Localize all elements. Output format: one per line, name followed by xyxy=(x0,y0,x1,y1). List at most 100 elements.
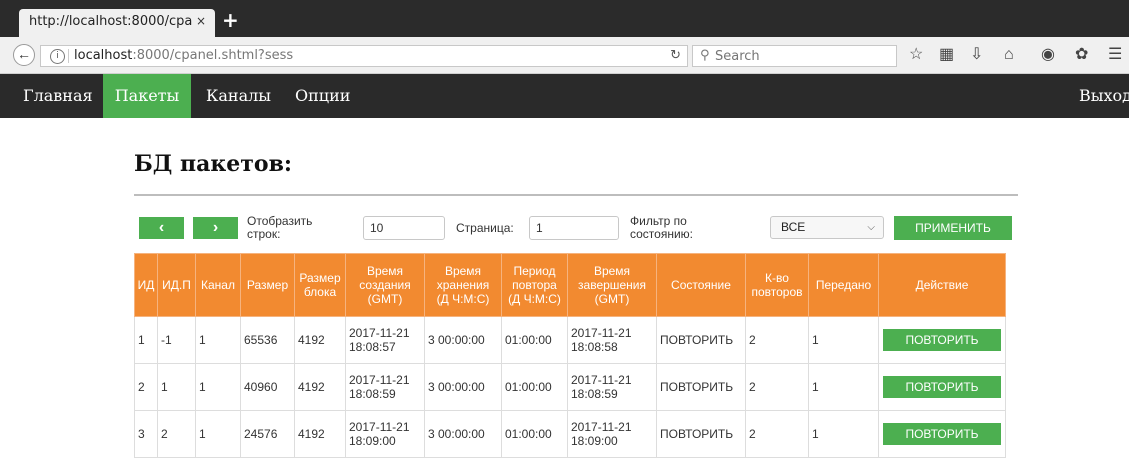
logout-link[interactable]: Выход xyxy=(1066,74,1129,118)
table-header-row: ИД ИД.П Канал Размер Размер блока Время со… xyxy=(134,253,1006,317)
extension-icon[interactable]: ✿ xyxy=(1075,46,1088,64)
col-header-channel-text: Канал xyxy=(201,278,235,292)
col-header-parent-id[interactable]: ИД.П xyxy=(157,253,196,317)
browser-toolbar: ← i localhost:8000/cpanel.shtml?sess ↻ ⚲… xyxy=(0,37,1129,74)
filter-label-line-2: состоянию: xyxy=(630,227,694,241)
col-header-block-size[interactable]: Размер блока xyxy=(294,253,346,317)
page-title: БД пакетов: xyxy=(134,151,292,177)
cell-repeats: 2 xyxy=(745,410,809,458)
info-icon[interactable]: i xyxy=(50,49,65,64)
col-header-parent-id-text: ИД.П xyxy=(162,278,191,292)
cell-id: 1 xyxy=(134,316,158,364)
prev-page-button[interactable]: ‹ xyxy=(139,217,184,239)
cell-size: 40960 xyxy=(240,363,295,411)
downloads-icon[interactable]: ⇩ xyxy=(970,46,983,64)
cell-created-time: 18:08:59 xyxy=(349,387,396,401)
cell-finished-date: 2017-11-21 xyxy=(571,420,632,434)
search-box[interactable]: ⚲ xyxy=(692,45,897,67)
repeat-button[interactable]: ПОВТОРИТЬ xyxy=(883,329,1001,351)
menu-icon[interactable]: ☰ xyxy=(1108,46,1122,64)
repeat-button[interactable]: ПОВТОРИТЬ xyxy=(883,376,1001,398)
cell-storage: 3 00:00:00 xyxy=(424,316,502,364)
back-arrow-icon[interactable]: ← xyxy=(13,44,35,66)
nav-item-home[interactable]: Главная xyxy=(10,74,106,118)
cell-created: 2017-11-21 18:09:00 xyxy=(345,410,425,458)
url-text[interactable]: localhost:8000/cpanel.shtml?sess xyxy=(74,46,293,66)
nav-item-options[interactable]: Опции xyxy=(282,74,363,118)
cell-channel: 1 xyxy=(195,410,241,458)
cell-sent: 1 xyxy=(808,363,879,411)
col-header-period[interactable]: Период повтора (Д Ч:М:С) xyxy=(501,253,568,317)
new-tab-icon[interactable]: + xyxy=(222,8,239,32)
col-header-sent[interactable]: Передано xyxy=(808,253,879,317)
cell-block-size: 4192 xyxy=(294,410,346,458)
state-filter-value: ВСЕ xyxy=(781,220,806,234)
cell-size: 24576 xyxy=(240,410,295,458)
page-label: Страница: xyxy=(456,221,514,235)
col-header-channel[interactable]: Канал xyxy=(195,253,241,317)
cell-finished: 2017-11-21 18:08:58 xyxy=(567,316,657,364)
cell-finished: 2017-11-21 18:09:00 xyxy=(567,410,657,458)
cell-storage: 3 00:00:00 xyxy=(424,363,502,411)
col-header-period-line-1: Период xyxy=(513,264,556,278)
search-icon: ⚲ xyxy=(700,48,710,63)
repeat-button[interactable]: ПОВТОРИТЬ xyxy=(883,423,1001,445)
cell-sent: 1 xyxy=(808,316,879,364)
url-path: :8000/cpanel.shtml?sess xyxy=(132,48,294,63)
cell-action: ПОВТОРИТЬ xyxy=(878,363,1006,411)
cell-channel: 1 xyxy=(195,316,241,364)
col-header-state[interactable]: Состояние xyxy=(656,253,746,317)
col-header-finished-line-3: (GMT) xyxy=(594,292,630,306)
cell-sent: 1 xyxy=(808,410,879,458)
nav-item-channels[interactable]: Каналы xyxy=(193,74,284,118)
cell-created-date: 2017-11-21 xyxy=(349,373,410,387)
chevron-down-icon: ⌵ xyxy=(867,222,875,233)
state-filter-select[interactable]: ВСЕ ⌵ xyxy=(770,216,884,239)
pocket-icon[interactable]: ◉ xyxy=(1041,46,1055,64)
cell-state: ПОВТОРИТЬ xyxy=(656,363,746,411)
col-header-storage-line-3: (Д Ч:М:С) xyxy=(436,292,490,306)
cell-created-date: 2017-11-21 xyxy=(349,326,410,340)
close-tab-icon[interactable]: × xyxy=(196,14,206,28)
col-header-storage-line-2: хранения xyxy=(436,278,490,292)
cell-finished-time: 18:08:59 xyxy=(571,387,618,401)
library-icon[interactable]: ▦ xyxy=(939,46,954,64)
page-number-input[interactable] xyxy=(529,216,619,240)
col-header-repeats-line-2: повторов xyxy=(751,285,803,299)
apply-button[interactable]: ПРИМЕНИТЬ xyxy=(894,216,1012,240)
col-header-storage[interactable]: Время хранения (Д Ч:М:С) xyxy=(424,253,502,317)
col-header-size-text: Размер xyxy=(246,278,289,292)
browser-tab[interactable]: http://localhost:8000/cpa × xyxy=(19,9,215,37)
browser-tab-strip: http://localhost:8000/cpa × + xyxy=(0,0,1129,37)
cell-state: ПОВТОРИТЬ xyxy=(656,410,746,458)
cell-period: 01:00:00 xyxy=(501,410,568,458)
url-host: localhost xyxy=(74,48,133,63)
cell-parent-id: 1 xyxy=(157,363,196,411)
cell-repeats: 2 xyxy=(745,363,809,411)
filter-label: Фильтр по состоянию: xyxy=(630,215,693,241)
col-header-period-line-3: (Д Ч:М:С) xyxy=(508,292,561,306)
col-header-size[interactable]: Размер xyxy=(240,253,295,317)
rows-per-page-input[interactable] xyxy=(363,216,445,240)
next-page-button[interactable]: › xyxy=(193,217,238,239)
col-header-block-size-line-1: Размер xyxy=(299,271,341,285)
col-header-created[interactable]: Время создания (GMT) xyxy=(345,253,425,317)
bookmark-star-icon[interactable]: ☆ xyxy=(909,46,923,64)
cell-created-date: 2017-11-21 xyxy=(349,420,410,434)
col-header-finished[interactable]: Время завершения (GMT) xyxy=(567,253,657,317)
cell-period: 01:00:00 xyxy=(501,363,568,411)
search-input[interactable] xyxy=(715,47,885,65)
col-header-id[interactable]: ИД xyxy=(134,253,158,317)
col-header-repeats[interactable]: К-во повторов xyxy=(745,253,809,317)
cell-parent-id: -1 xyxy=(157,316,196,364)
cell-action: ПОВТОРИТЬ xyxy=(878,316,1006,364)
reload-icon[interactable]: ↻ xyxy=(670,46,681,66)
address-bar[interactable]: i localhost:8000/cpanel.shtml?sess ↻ xyxy=(40,45,688,67)
cell-finished-time: 18:08:58 xyxy=(571,340,618,354)
col-header-created-line-2: создания xyxy=(359,278,411,292)
home-icon[interactable]: ⌂ xyxy=(1004,46,1014,64)
col-header-state-text: Состояние xyxy=(671,278,731,292)
cell-created: 2017-11-21 18:08:59 xyxy=(345,363,425,411)
cell-created-time: 18:09:00 xyxy=(349,434,396,448)
nav-item-packets[interactable]: Пакеты xyxy=(103,74,191,118)
